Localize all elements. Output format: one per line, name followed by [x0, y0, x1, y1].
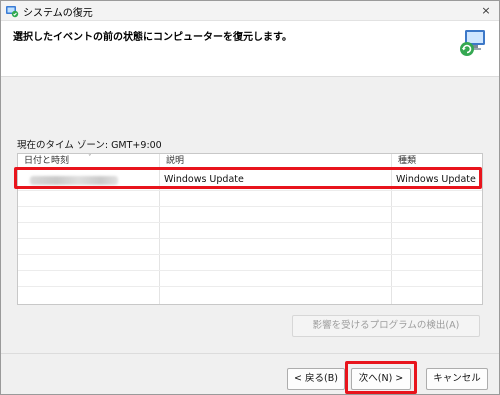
row-divider: [18, 206, 482, 207]
window-title: システムの復元: [23, 8, 93, 19]
row-divider: [18, 286, 482, 287]
system-restore-icon: [460, 30, 485, 56]
instruction-text: 選択したイベントの前の状態にコンピューターを復元します。: [13, 32, 292, 43]
title-bar: システムの復元 ×: [1, 1, 499, 21]
sort-indicator-icon: ˇ: [88, 154, 92, 162]
column-header-type[interactable]: 種類: [392, 154, 482, 168]
row-highlight-annotation: [14, 167, 482, 189]
timezone-label: 現在のタイム ゾーン: GMT+9:00: [17, 140, 162, 151]
close-icon[interactable]: ×: [479, 4, 493, 18]
column-header-description-label: 説明: [166, 156, 185, 166]
row-divider: [18, 254, 482, 255]
row-divider: [18, 270, 482, 271]
scan-affected-programs-button[interactable]: 影響を受けるプログラムの検出(A): [292, 315, 480, 337]
cancel-button[interactable]: キャンセル: [426, 368, 488, 390]
row-divider: [18, 238, 482, 239]
next-button-highlight-annotation: [345, 361, 417, 394]
row-divider: [18, 222, 482, 223]
column-header-date[interactable]: 日付と時刻 ˇ: [18, 154, 160, 168]
column-header-date-label: 日付と時刻: [24, 156, 70, 166]
system-restore-window: システムの復元 × 選択したイベントの前の状態にコンピューターを復元します。 現…: [0, 0, 500, 395]
footer-divider: [1, 353, 499, 354]
row-divider: [18, 190, 482, 191]
column-header-description[interactable]: 説明: [160, 154, 392, 168]
back-button[interactable]: < 戻る(B): [287, 368, 345, 390]
column-header-type-label: 種類: [398, 156, 417, 166]
header-panel: 選択したイベントの前の状態にコンピューターを復元します。: [1, 21, 499, 77]
system-restore-app-icon: [6, 6, 19, 18]
